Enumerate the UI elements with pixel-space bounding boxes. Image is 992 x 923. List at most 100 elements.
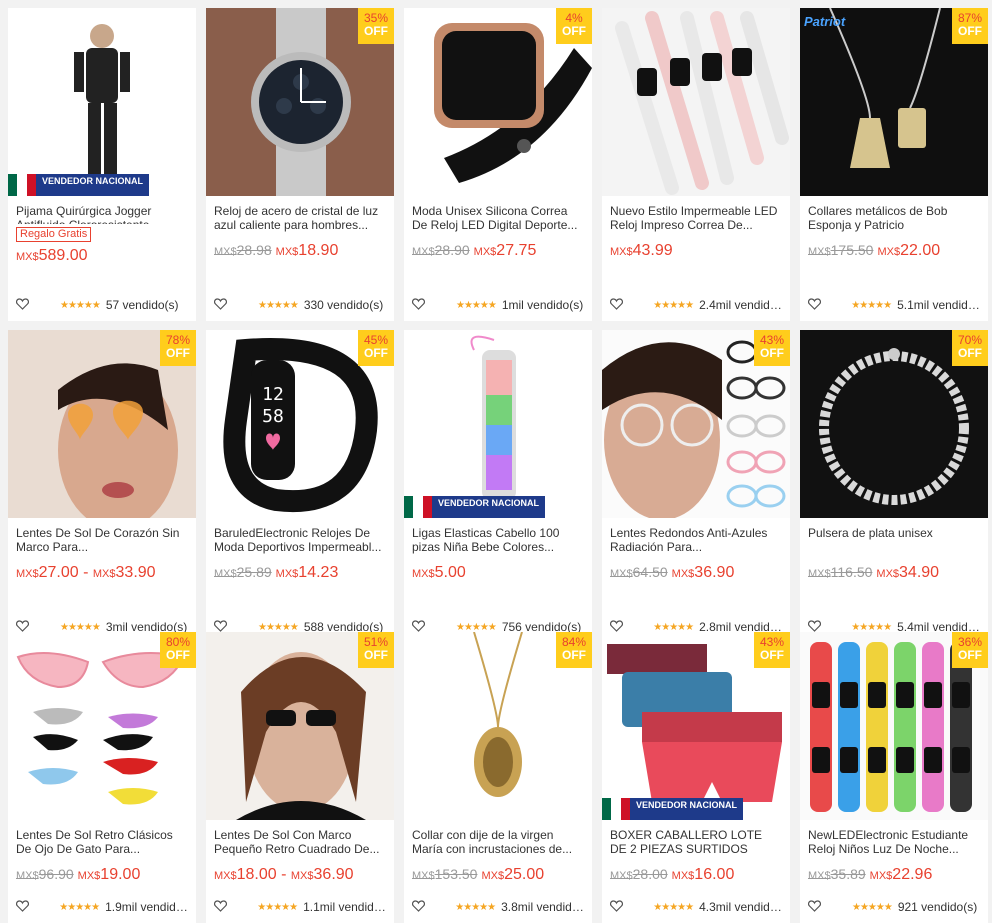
original-price: MX$116.50 [808,564,872,580]
product-image[interactable]: VENDEDOR NACIONAL [8,8,196,196]
product-title[interactable]: Lentes De Sol Con Marco Pequeño Retro Cu… [206,820,394,864]
sale-price-value: 16.00 [694,866,735,883]
product-image[interactable] [602,8,790,196]
currency-symbol: MX$ [610,568,633,580]
product-title[interactable]: Lentes Redondos Anti-Azules Radiación Pa… [602,518,790,562]
currency-symbol: MX$ [214,246,237,258]
discount-off-label: OFF [166,648,190,662]
product-image[interactable]: 70% OFF [800,330,988,518]
product-title[interactable]: Lentes De Sol Retro Clásicos De Ojo De G… [8,820,196,864]
product-card[interactable]: 70% OFF Pulsera de plata unisex MX$116.50 MX… [800,330,988,643]
product-title[interactable]: Lentes De Sol De Corazón Sin Marco Para.… [8,518,196,562]
product-card[interactable]: 80% OFF Lentes De Sol Retro Clásicos De Oj… [8,632,196,923]
discount-off-label: OFF [364,346,388,360]
product-photo [404,330,592,518]
sale-price-value: 27.75 [496,242,537,259]
product-card[interactable]: 4% OFF Moda Unisex Silicona Correa De Relo… [404,8,592,321]
heart-icon[interactable] [214,298,228,312]
sold-count: 3.8mil vendido... [501,900,584,914]
product-image[interactable]: 80% OFF [8,632,196,820]
sale-price: MX$36.90 [672,564,735,582]
discount-off-label: OFF [364,24,388,38]
sale-price: MX$43.99 [610,242,673,260]
product-title[interactable]: Collar con dije de la virgen María con i… [404,820,592,864]
discount-off-label: OFF [958,648,982,662]
product-card[interactable]: 35% OFF Reloj de acero de cristal de luz a… [206,8,394,321]
product-card[interactable]: 36% OFF NewLEDElectronic Estudiante Reloj … [800,632,988,923]
product-image[interactable]: 51% OFF [206,632,394,820]
sale-price-value: 22.96 [892,866,933,883]
product-card[interactable]: 78% OFF Lentes De Sol De Corazón Sin Marco… [8,330,196,643]
product-title[interactable]: BOXER CABALLERO LOTE DE 2 PIEZAS SURTIDO… [602,820,790,864]
sale-price: MX$18.00 - MX$36.90 [214,866,354,884]
product-title[interactable]: Collares metálicos de Bob Esponja y Patr… [800,196,988,240]
product-title[interactable]: NewLEDElectronic Estudiante Reloj Niños … [800,820,988,864]
heart-icon[interactable] [610,900,623,914]
product-title[interactable]: Ligas Elasticas Cabello 100 pizas Niña B… [404,518,592,562]
product-image[interactable]: 35% OFF [206,8,394,196]
price-row: MX$96.90 MX$19.00 [8,866,196,888]
product-image[interactable]: VENDEDOR NACIONAL [404,330,592,518]
product-title[interactable]: BaruledElectronic Relojes De Moda Deport… [206,518,394,562]
product-title[interactable]: Pijama Quirúrgica Jogger Antifluido Clor… [8,196,196,224]
rating-stars-icon: ★★★★★ [653,299,694,311]
card-footer: ★★★★★ 57 vendido(s) [8,289,196,321]
original-price-value: 153.50 [434,866,478,882]
currency-symbol: MX$ [16,870,39,882]
heart-icon[interactable] [808,900,822,914]
heart-icon[interactable] [16,298,30,312]
heart-icon[interactable] [412,298,426,312]
heart-icon[interactable] [808,298,821,312]
original-price: MX$35.89 [808,866,866,882]
discount-badge: 87% OFF [952,8,988,44]
product-title[interactable]: Nuevo Estilo Impermeable LED Reloj Impre… [602,196,790,240]
discount-off-label: OFF [760,346,784,360]
currency-symbol: MX$ [671,870,695,882]
rating-stars-icon: ★★★★★ [851,299,892,311]
product-card[interactable]: Nuevo Estilo Impermeable LED Reloj Impre… [602,8,790,321]
product-image[interactable]: 87% OFF Patriot [800,8,988,196]
product-card[interactable]: 84% OFF Collar con dije de la virgen María… [404,632,592,923]
product-card[interactable]: VENDEDOR NACIONAL Pijama Quirúrgica Jogge… [8,8,196,321]
product-card[interactable]: 12 58 45% OFF BaruledElectronic Relojes De M… [206,330,394,643]
sale-price-value: 18.90 [298,242,339,259]
card-footer: ★★★★★ 1.1mil vendido... [206,891,394,923]
product-card[interactable]: 87% OFF Patriot Collares metálicos de Bob E… [800,8,988,321]
product-title[interactable]: Pulsera de plata unisex [800,518,988,562]
discount-badge: 36% OFF [952,632,988,668]
rating-stars-icon: ★★★★★ [257,901,298,913]
sold-count: 2.4mil vendido... [699,298,782,312]
price-row: MX$28.90 MX$27.75 [404,242,592,264]
product-title[interactable]: Reloj de acero de cristal de luz azul ca… [206,196,394,240]
product-card[interactable]: 43% OFF VENDEDOR NACIONAL BOXER CABALLERO L… [602,632,790,923]
heart-icon[interactable] [214,900,227,914]
product-card[interactable]: 43% OFF Lentes Redondos Anti-Azules Radiac… [602,330,790,643]
product-image[interactable]: 12 58 45% OFF [206,330,394,518]
currency-symbol: MX$ [412,870,435,882]
sale-price-max: 36.90 [313,866,354,883]
product-image[interactable]: 78% OFF [8,330,196,518]
discount-off-label: OFF [562,648,586,662]
heart-icon[interactable] [610,298,623,312]
currency-symbol: MX$ [808,246,831,258]
product-image[interactable]: 43% OFF [602,330,790,518]
product-card[interactable]: VENDEDOR NACIONAL Ligas Elasticas Cabello… [404,330,592,643]
national-seller-badge: VENDEDOR NACIONAL [8,174,150,196]
product-image[interactable]: 36% OFF [800,632,988,820]
rating-stars-icon: ★★★★★ [258,621,299,633]
product-image[interactable]: 43% OFF VENDEDOR NACIONAL [602,632,790,820]
product-title[interactable]: Moda Unisex Silicona Correa De Reloj LED… [404,196,592,240]
currency-symbol: MX$ [275,246,299,258]
sale-price: MX$14.23 [276,564,339,582]
currency-symbol: MX$ [77,870,101,882]
national-seller-badge: VENDEDOR NACIONAL [602,798,744,820]
card-footer: ★★★★★ 1.9mil vendido... [8,891,196,923]
product-image[interactable]: 4% OFF [404,8,592,196]
svg-text:58: 58 [262,406,284,427]
sale-price: MX$19.00 [78,866,141,884]
national-seller-label: VENDEDOR NACIONAL [432,496,546,518]
heart-icon[interactable] [16,900,29,914]
heart-icon[interactable] [412,900,425,914]
product-image[interactable]: 84% OFF [404,632,592,820]
product-card[interactable]: 51% OFF Lentes De Sol Con Marco Pequeño Re… [206,632,394,923]
